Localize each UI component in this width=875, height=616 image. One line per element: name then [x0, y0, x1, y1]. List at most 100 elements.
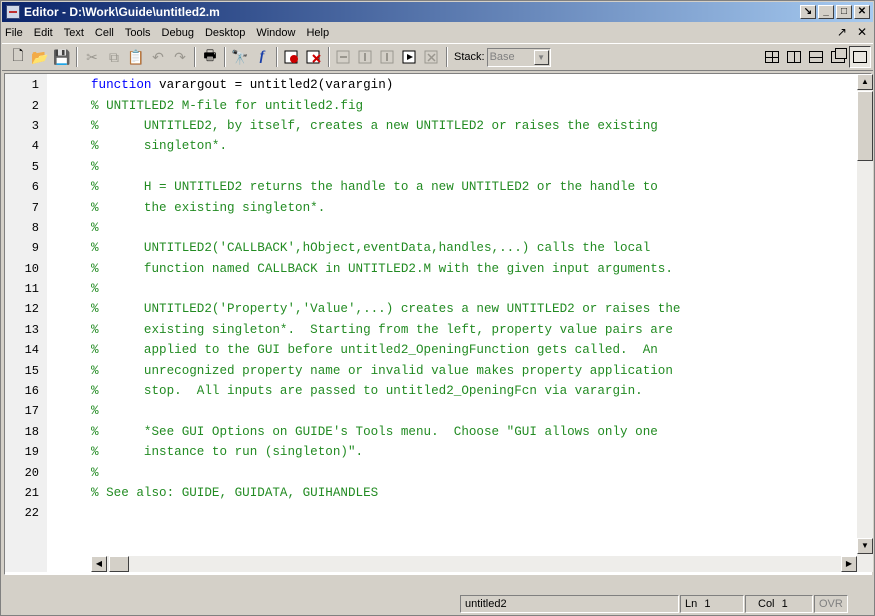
matlab-editor-icon[interactable] — [6, 5, 20, 19]
menu-help[interactable]: Help — [306, 27, 329, 39]
code-text[interactable]: % UNTITLED2 M-file for untitled2.fig — [91, 99, 363, 113]
code-line[interactable]: 8% — [5, 218, 855, 238]
code-line[interactable]: 9 % UNTITLED2('CALLBACK',hObject,eventDat… — [5, 238, 855, 258]
save-icon[interactable]: 💾 — [51, 46, 73, 68]
redo-icon[interactable]: ↷ — [169, 46, 191, 68]
copy-icon[interactable]: ⧉ — [103, 46, 125, 68]
code-line[interactable]: 11% — [5, 279, 855, 299]
code-text[interactable]: % function named CALLBACK in UNTITLED2.M… — [91, 262, 673, 276]
code-line[interactable]: 1 function varargout = untitled2(varargin… — [5, 75, 855, 95]
function-browser-icon[interactable]: f — [251, 46, 273, 68]
code-line[interactable]: 20% — [5, 462, 855, 482]
code-text[interactable]: % applied to the GUI before untitled2_Op… — [91, 343, 658, 357]
menu-debug[interactable]: Debug — [162, 27, 194, 39]
code-text[interactable]: % the existing singleton*. — [91, 201, 325, 215]
code-line[interactable]: 16 % stop. All inputs are passed to untit… — [5, 381, 855, 401]
cut-icon[interactable]: ✂ — [81, 46, 103, 68]
paste-icon[interactable]: 📋 — [125, 46, 147, 68]
code-line[interactable]: 17% — [5, 401, 855, 421]
code-text[interactable]: % — [91, 282, 99, 296]
line-number: 7 — [31, 200, 39, 215]
top-bottom-split-button[interactable] — [805, 46, 827, 68]
code-text[interactable]: % existing singleton*. Starting from the… — [91, 323, 673, 337]
code-text[interactable]: % See also: GUIDE, GUIDATA, GUIHANDLES — [91, 486, 378, 500]
code-line[interactable]: 14 % applied to the GUI before untitled2_… — [5, 340, 855, 360]
code-line[interactable]: 7 % the existing singleton*. — [5, 197, 855, 217]
scroll-up-button[interactable]: ▲ — [857, 74, 873, 90]
clear-breakpoints-icon[interactable] — [303, 46, 325, 68]
code-text[interactable]: % — [91, 404, 99, 418]
comment-token: % existing singleton*. Starting from the… — [91, 322, 673, 337]
code-line[interactable]: 12 % UNTITLED2('Property','Value',...) cr… — [5, 299, 855, 319]
dock-button[interactable]: ↘ — [800, 5, 816, 19]
float-layout-button[interactable] — [827, 46, 849, 68]
chevron-down-icon[interactable]: ▼ — [533, 49, 549, 65]
step-out-icon[interactable] — [377, 46, 399, 68]
code-text[interactable]: % — [91, 221, 99, 235]
code-line[interactable]: 19 % instance to run (singleton)". — [5, 442, 855, 462]
new-file-icon[interactable]: 🗋 — [7, 46, 29, 68]
code-line[interactable]: 10 % function named CALLBACK in UNTITLED2… — [5, 259, 855, 279]
code-line[interactable]: 21 % See also: GUIDE, GUIDATA, GUIHANDLES — [5, 483, 855, 503]
code-line[interactable]: 5% — [5, 157, 855, 177]
step-in-icon[interactable] — [355, 46, 377, 68]
print-icon[interactable]: 🖶 — [199, 46, 221, 68]
code-line[interactable]: 2 % UNTITLED2 M-file for untitled2.fig — [5, 95, 855, 115]
code-text[interactable]: % — [91, 466, 99, 480]
exit-debug-icon[interactable] — [421, 46, 443, 68]
code-lines[interactable]: 1 function varargout = untitled2(varargin… — [5, 75, 855, 524]
undo-icon[interactable]: ↶ — [147, 46, 169, 68]
open-file-icon[interactable]: 📂 — [29, 46, 51, 68]
code-text[interactable]: % *See GUI Options on GUIDE's Tools menu… — [91, 425, 658, 439]
set-breakpoint-icon[interactable] — [281, 46, 303, 68]
menu-tools[interactable]: Tools — [125, 27, 151, 39]
menu-file[interactable]: File — [5, 27, 23, 39]
menu-cell[interactable]: Cell — [95, 27, 114, 39]
horizontal-scrollbar[interactable]: ◀ ▶ — [91, 556, 857, 572]
code-text[interactable]: function varargout = untitled2(varargin) — [91, 78, 393, 92]
code-text[interactable]: % stop. All inputs are passed to untitle… — [91, 384, 643, 398]
tile-layout-button[interactable] — [761, 46, 783, 68]
close-document-icon[interactable]: ✕ — [857, 25, 867, 39]
continue-icon[interactable] — [399, 46, 421, 68]
left-right-split-button[interactable] — [783, 46, 805, 68]
step-icon[interactable] — [333, 46, 355, 68]
menu-text[interactable]: Text — [64, 27, 84, 39]
menu-window[interactable]: Window — [256, 27, 295, 39]
code-text[interactable]: % instance to run (singleton)". — [91, 445, 363, 459]
code-line[interactable]: 4 % singleton*. — [5, 136, 855, 156]
menu-desktop[interactable]: Desktop — [205, 27, 245, 39]
code-line[interactable]: 22 — [5, 503, 855, 523]
code-line[interactable]: 13 % existing singleton*. Starting from t… — [5, 320, 855, 340]
code-text[interactable]: % unrecognized property name or invalid … — [91, 364, 673, 378]
code-text[interactable]: % UNTITLED2, by itself, creates a new UN… — [91, 119, 658, 133]
undock-icon[interactable]: ↗ — [837, 25, 847, 39]
menu-edit[interactable]: Edit — [34, 27, 53, 39]
scroll-down-button[interactable]: ▼ — [857, 538, 873, 554]
find-icon[interactable]: 🔭 — [229, 46, 251, 68]
code-text[interactable]: % singleton*. — [91, 139, 227, 153]
code-line[interactable]: 18 % *See GUI Options on GUIDE's Tools me… — [5, 422, 855, 442]
code-line[interactable]: 3 % UNTITLED2, by itself, creates a new U… — [5, 116, 855, 136]
comment-token: % instance to run (singleton)". — [91, 445, 364, 460]
scroll-left-button[interactable]: ◀ — [91, 556, 107, 572]
column-label: Col — [758, 598, 775, 610]
stack-dropdown[interactable]: Base ▼ — [486, 47, 551, 67]
code-text[interactable]: % UNTITLED2('CALLBACK',hObject,eventData… — [91, 241, 650, 255]
code-line[interactable]: 6 % H = UNTITLED2 returns the handle to a… — [5, 177, 855, 197]
code-line[interactable]: 15 % unrecognized property name or invali… — [5, 360, 855, 380]
code-text[interactable]: % UNTITLED2('Property','Value',...) crea… — [91, 302, 680, 316]
minimize-button[interactable]: _ — [818, 5, 834, 19]
code-text[interactable]: % — [91, 160, 99, 174]
code-text[interactable]: % H = UNTITLED2 returns the handle to a … — [91, 180, 658, 194]
title-bar[interactable]: Editor - D:\Work\Guide\untitled2.m ↘ _ □… — [2, 2, 873, 22]
toolbar-separator — [446, 47, 448, 67]
maximize-layout-button[interactable] — [849, 46, 871, 68]
scroll-right-button[interactable]: ▶ — [841, 556, 857, 572]
vertical-scroll-thumb[interactable] — [857, 91, 873, 161]
vertical-scrollbar[interactable]: ▲ ▼ — [857, 74, 873, 572]
maximize-button[interactable]: □ — [836, 5, 852, 19]
code-editor[interactable]: 1 function varargout = untitled2(varargin… — [4, 73, 873, 575]
horizontal-scroll-thumb[interactable] — [109, 556, 129, 572]
close-button[interactable]: ✕ — [854, 5, 870, 19]
